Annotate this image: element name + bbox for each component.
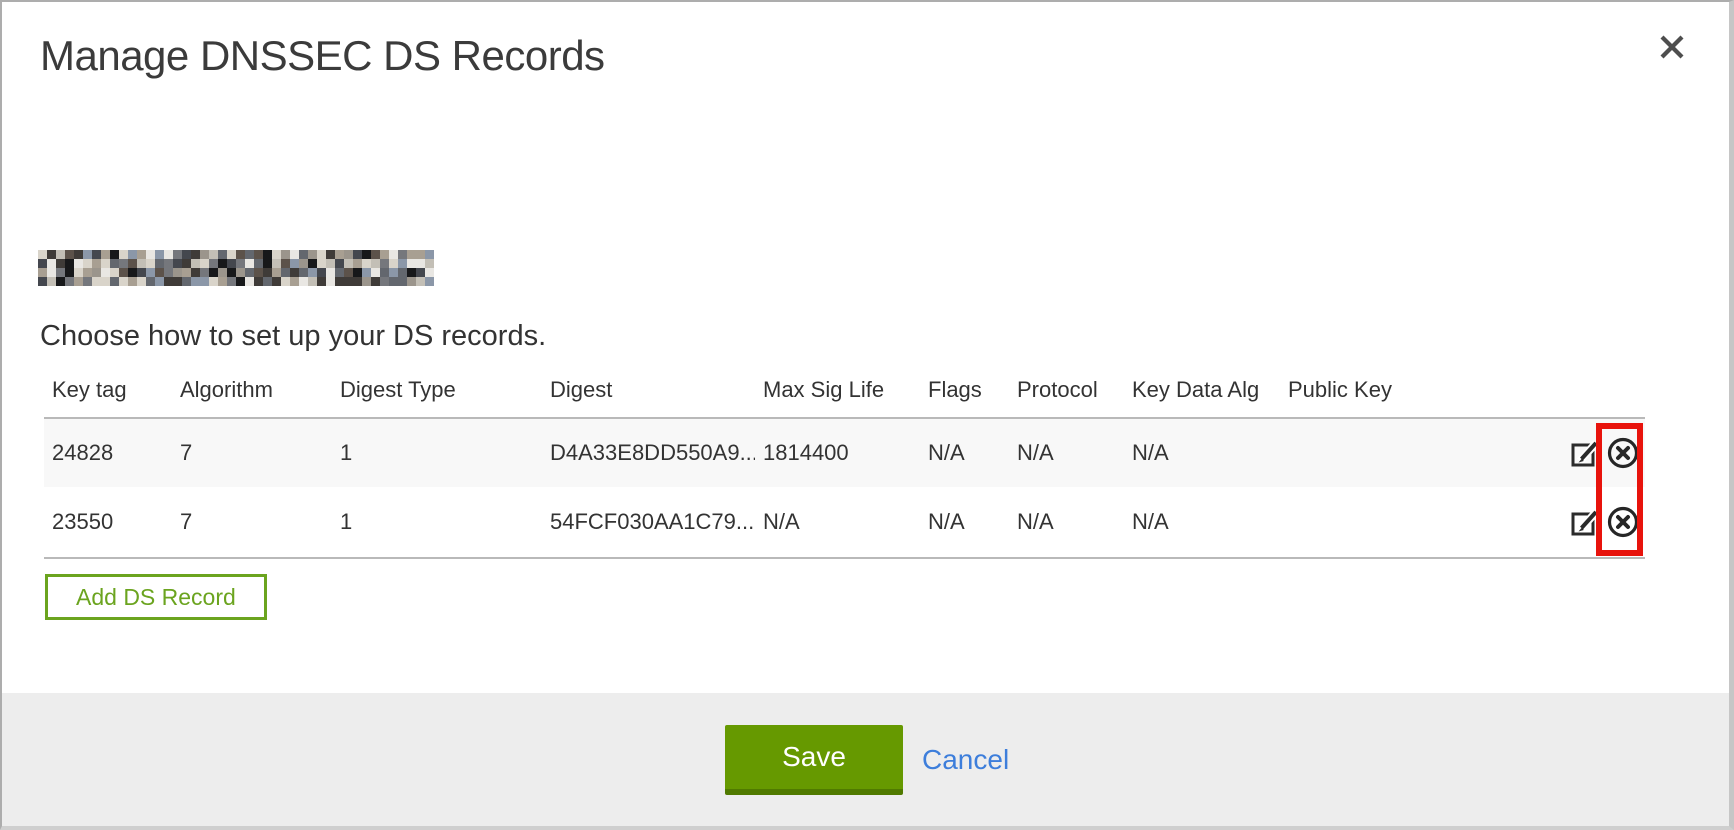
cell-protocol: N/A xyxy=(1009,509,1124,535)
cell-digest-type: 1 xyxy=(332,509,542,535)
column-header-flags: Flags xyxy=(920,377,1009,403)
save-button[interactable]: Save xyxy=(725,725,903,795)
delete-icon xyxy=(1606,505,1640,539)
table-row: 24828 7 1 D4A33E8DD550A9... 1814400 N/A … xyxy=(44,419,1645,487)
cell-protocol: N/A xyxy=(1009,440,1124,466)
edit-icon xyxy=(1569,507,1600,538)
delete-record-button[interactable] xyxy=(1606,505,1640,539)
cell-max-sig-life: 1814400 xyxy=(755,440,920,466)
ds-records-table: Key tag Algorithm Digest Type Digest Max… xyxy=(44,363,1645,559)
cell-algorithm: 7 xyxy=(172,509,332,535)
table-bottom-border xyxy=(44,557,1645,559)
cancel-link[interactable]: Cancel xyxy=(922,725,1009,795)
cell-flags: N/A xyxy=(920,440,1009,466)
cell-digest: 54FCF030AA1C79... xyxy=(542,509,755,535)
edit-record-button[interactable] xyxy=(1569,507,1600,538)
cell-digest-type: 1 xyxy=(332,440,542,466)
cell-digest: D4A33E8DD550A9... xyxy=(542,440,755,466)
manage-dnssec-ds-records-dialog: Manage DNSSEC DS Records Choose how to s… xyxy=(0,0,1734,830)
cell-key-tag: 24828 xyxy=(44,440,172,466)
column-header-algorithm: Algorithm xyxy=(172,377,332,403)
cell-flags: N/A xyxy=(920,509,1009,535)
table-header-row: Key tag Algorithm Digest Type Digest Max… xyxy=(44,363,1645,417)
delete-icon xyxy=(1606,436,1640,470)
cell-actions xyxy=(1532,436,1645,470)
column-header-key-data-alg: Key Data Alg xyxy=(1124,377,1280,403)
cell-algorithm: 7 xyxy=(172,440,332,466)
close-icon xyxy=(1659,34,1685,60)
dialog-footer: Save Cancel xyxy=(2,693,1729,826)
table-row: 23550 7 1 54FCF030AA1C79... N/A N/A N/A … xyxy=(44,487,1645,557)
close-dialog-button[interactable] xyxy=(1655,30,1689,64)
column-header-key-tag: Key tag xyxy=(44,377,172,403)
cell-max-sig-life: N/A xyxy=(755,509,920,535)
column-header-digest-type: Digest Type xyxy=(332,377,542,403)
cell-key-data-alg: N/A xyxy=(1124,509,1280,535)
redacted-domain xyxy=(38,250,434,286)
dialog-title: Manage DNSSEC DS Records xyxy=(40,32,605,80)
intro-text: Choose how to set up your DS records. xyxy=(40,320,546,353)
column-header-digest: Digest xyxy=(542,377,755,403)
column-header-public-key: Public Key xyxy=(1280,377,1532,403)
edit-icon xyxy=(1569,438,1600,469)
column-header-protocol: Protocol xyxy=(1009,377,1124,403)
add-ds-record-button[interactable]: Add DS Record xyxy=(45,574,267,620)
delete-record-button[interactable] xyxy=(1606,436,1640,470)
cell-actions xyxy=(1532,505,1645,539)
column-header-max-sig-life: Max Sig Life xyxy=(755,377,920,403)
cell-key-tag: 23550 xyxy=(44,509,172,535)
cell-key-data-alg: N/A xyxy=(1124,440,1280,466)
edit-record-button[interactable] xyxy=(1569,438,1600,469)
